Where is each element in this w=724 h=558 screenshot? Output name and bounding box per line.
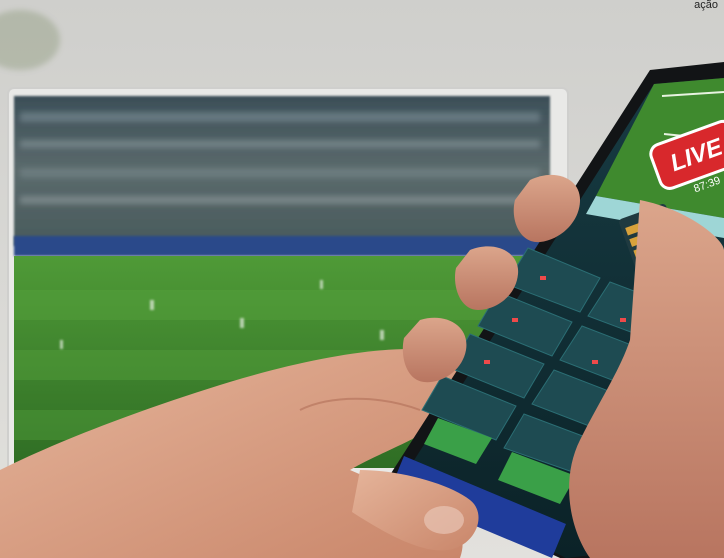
caption-fragment: ação [694, 0, 718, 11]
photo-scene: LIVE 87:39 [0, 0, 724, 558]
thumbnail [424, 506, 464, 534]
sports-betting-photo: LIVE 87:39 [0, 0, 724, 558]
